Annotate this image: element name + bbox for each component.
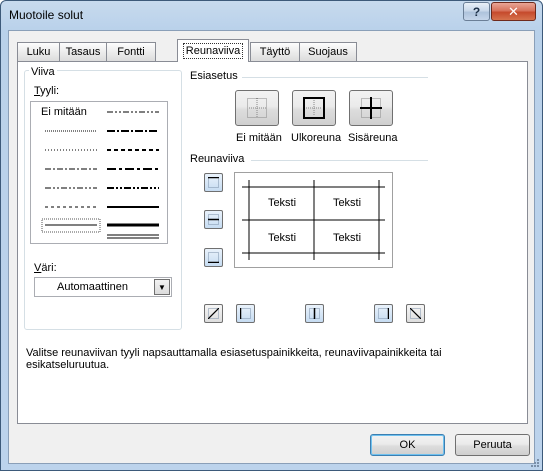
close-icon: ✕	[508, 3, 519, 19]
line-style-list[interactable]: Ei mitään	[30, 101, 168, 244]
tab-label: Fontti	[117, 46, 145, 58]
border-bottom-icon	[208, 252, 219, 263]
title-bar[interactable]: Muotoile solut ? ✕	[1, 1, 542, 30]
line-group-title: Viiva	[29, 66, 57, 78]
tab-label: Täyttö	[259, 46, 291, 58]
tab-reunaviiva[interactable]: Reunaviiva	[177, 39, 249, 62]
border-middle-vertical-icon	[309, 308, 320, 319]
preset-outline-button[interactable]	[292, 90, 336, 126]
presets-separator	[242, 77, 428, 78]
border-top-icon	[208, 177, 219, 188]
preset-outline-text: Ulkoreuna	[291, 132, 342, 144]
preset-none-label: Ei mitään	[236, 132, 282, 144]
tab-tasaus[interactable]: Tasaus	[59, 42, 107, 61]
style-label: Tyyli:	[34, 85, 60, 97]
close-button[interactable]: ✕	[491, 2, 536, 21]
presets-title: Esiasetus	[190, 70, 238, 82]
dialog-client: Luku Tasaus Fontti Reunaviiva Täyttö Suo…	[8, 30, 535, 464]
tab-luku[interactable]: Luku	[17, 42, 60, 61]
border-diagonal-down-button[interactable]	[406, 304, 425, 323]
border-inside-horizontal-button[interactable]	[204, 210, 223, 229]
border-inside-vertical-button[interactable]	[305, 304, 324, 323]
border-title: Reunaviiva	[190, 153, 245, 165]
tab-fontti[interactable]: Fontti	[106, 42, 156, 61]
preview-cell-text: Teksti	[267, 197, 297, 209]
border-right-button[interactable]	[374, 304, 393, 323]
tab-label: Luku	[26, 46, 51, 58]
preview-cell-text: Teksti	[332, 197, 362, 209]
border-separator	[251, 160, 428, 161]
preview-grid	[242, 180, 385, 260]
dialog-window: Muotoile solut ? ✕ Luku Tasaus Fontti Re…	[0, 0, 543, 471]
tab-taytto[interactable]: Täyttö	[250, 42, 300, 61]
preset-outline-label: Ulkoreuna	[291, 132, 341, 144]
tab-suojaus[interactable]: Suojaus	[299, 42, 357, 61]
border-diagonal-up-button[interactable]	[204, 304, 223, 323]
border-outline-icon	[303, 97, 325, 119]
border-inside-icon	[360, 97, 382, 119]
border-right-icon	[378, 308, 389, 319]
tab-label: Reunaviiva	[182, 43, 244, 59]
window-title: Muotoile solut	[9, 8, 84, 22]
border-bottom-button[interactable]	[204, 248, 223, 267]
cancel-button[interactable]: Peruuta	[455, 434, 530, 456]
preset-inside-label: Sisäreuna	[348, 132, 398, 144]
preview-cell-text: Teksti	[332, 232, 362, 244]
border-middle-horizontal-icon	[208, 214, 219, 225]
color-label-rest: äri:	[41, 262, 57, 274]
diagonal-up-icon	[208, 308, 219, 319]
preset-none-text: Ei mitään	[236, 132, 282, 144]
preset-none-button[interactable]	[235, 90, 279, 126]
preset-inside-text: Sisäreuna	[348, 132, 398, 144]
border-preview[interactable]: Teksti Teksti Teksti Teksti	[234, 172, 393, 268]
color-label: Väri:	[34, 262, 57, 274]
resize-grip-icon[interactable]	[530, 458, 540, 468]
cancel-label: Peruuta	[473, 439, 512, 451]
border-none-icon	[247, 98, 267, 118]
border-left-icon	[240, 308, 251, 319]
preset-inside-button[interactable]	[349, 90, 393, 126]
ok-button[interactable]: OK	[370, 434, 445, 456]
color-select-value: Automaattinen	[57, 281, 128, 293]
border-left-button[interactable]	[236, 304, 255, 323]
chevron-down-icon[interactable]: ▼	[154, 279, 170, 295]
hint-text: Valitse reunaviivan tyyli napsauttamalla…	[26, 347, 442, 371]
border-tab-page: Viiva Tyyli: Ei mitään Väri: Automaattin…	[17, 61, 528, 424]
diagonal-down-icon	[410, 308, 421, 319]
line-style-samples	[41, 111, 159, 239]
border-top-button[interactable]	[204, 173, 223, 192]
ok-label: OK	[399, 439, 416, 451]
help-button[interactable]: ?	[463, 2, 490, 21]
tab-label: Suojaus	[308, 46, 348, 58]
preview-cell-text: Teksti	[267, 232, 297, 244]
style-label-rest: yyli:	[40, 85, 60, 97]
tab-label: Tasaus	[65, 46, 101, 58]
help-icon: ?	[472, 4, 481, 19]
color-select[interactable]: Automaattinen ▼	[34, 277, 172, 297]
